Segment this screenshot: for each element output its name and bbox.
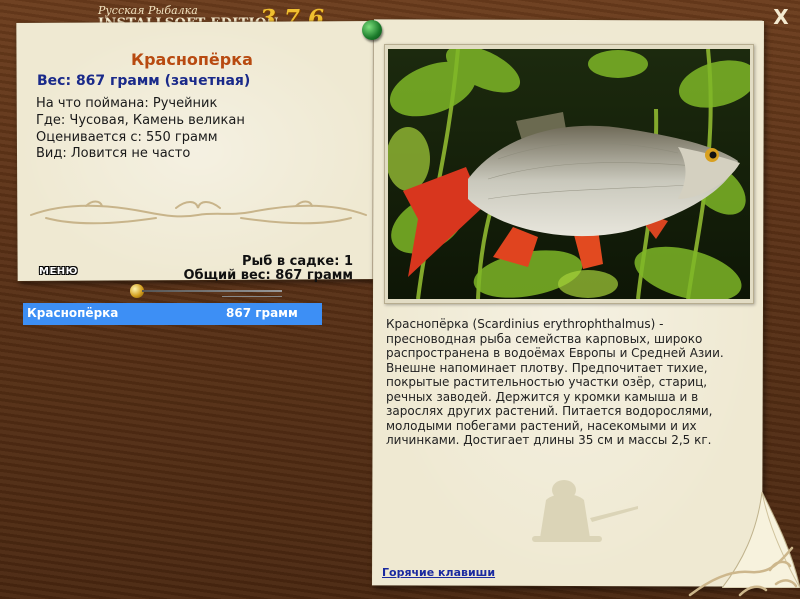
- catch-name: Краснопёрка: [27, 306, 119, 320]
- fish-photo: [388, 49, 750, 299]
- species-type-text: Вид: Ловится не часто: [36, 146, 191, 161]
- fish-description: Краснопёрка (Scardinius erythrophthalmus…: [386, 317, 724, 447]
- caught-with-text: На что поймана: Ручейник: [36, 96, 218, 111]
- menu-button[interactable]: МЕНЮ: [36, 266, 81, 277]
- catch-list-item[interactable]: Краснопёрка 867 грамм: [23, 303, 322, 325]
- hotkeys-link[interactable]: Горячие клавиши: [382, 566, 495, 579]
- rated-from-text: Оценивается с: 550 грамм: [36, 130, 218, 145]
- location-text: Где: Чусовая, Камень великан: [36, 113, 245, 128]
- fish-count-label: Рыб в садке: 1: [241, 254, 353, 269]
- pin-icon: [362, 20, 382, 40]
- fisherman-watermark-icon: [532, 480, 638, 542]
- fishing-line-icon: [222, 296, 282, 297]
- total-weight-label: Общий вес: 867 грамм: [183, 268, 353, 283]
- corner-ornament-icon: [688, 546, 798, 597]
- fish-name-title: Краснопёрка: [131, 50, 253, 69]
- close-button[interactable]: X: [770, 6, 792, 28]
- fishing-line-icon: [142, 290, 282, 292]
- ornament-divider: [30, 200, 367, 225]
- catch-weight: 867 грамм: [226, 306, 298, 320]
- fish-weight: Вес: 867 грамм (зачетная): [37, 73, 251, 89]
